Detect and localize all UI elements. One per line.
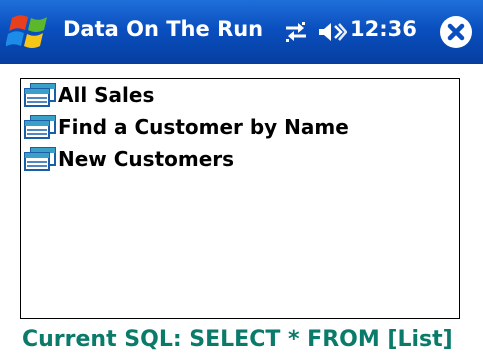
list-item-label: New Customers [58, 147, 235, 171]
connectivity-icon[interactable] [282, 20, 310, 44]
title-bar: Data On The Run 12:36 [0, 0, 483, 64]
status-text: Current SQL: SELECT * FROM [List] [22, 327, 453, 352]
table-icon [23, 115, 57, 139]
query-list[interactable]: All Sales Find a Customer by Name New Cu… [20, 78, 460, 319]
list-item-label: All Sales [58, 83, 155, 107]
speaker-icon[interactable] [317, 20, 348, 44]
list-item[interactable]: Find a Customer by Name [23, 113, 349, 141]
list-item[interactable]: All Sales [23, 81, 154, 109]
close-button[interactable] [440, 16, 472, 48]
clock[interactable]: 12:36 [350, 17, 417, 41]
list-item-label: Find a Customer by Name [58, 115, 349, 139]
windows-flag-icon[interactable] [5, 10, 56, 54]
table-icon [23, 147, 57, 171]
table-icon [23, 83, 57, 107]
app-title: Data On The Run [63, 17, 264, 41]
list-item[interactable]: New Customers [23, 145, 234, 173]
close-icon [447, 23, 465, 41]
